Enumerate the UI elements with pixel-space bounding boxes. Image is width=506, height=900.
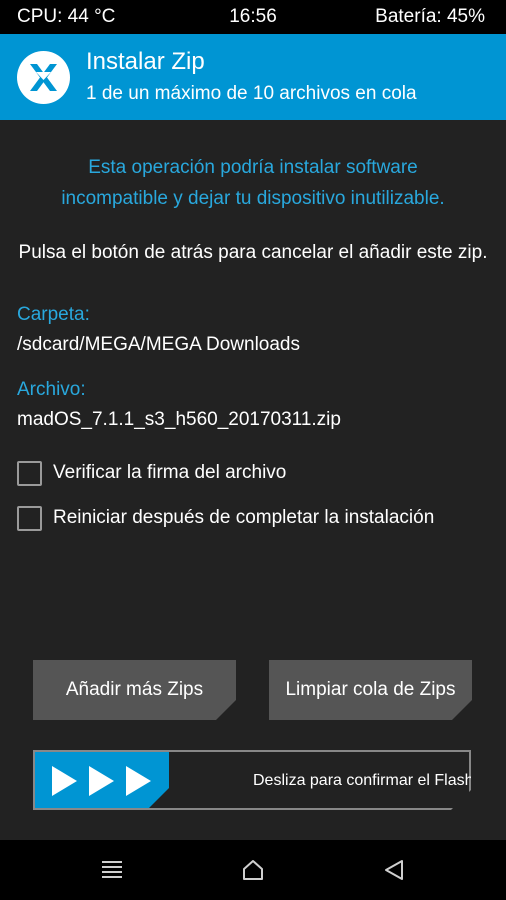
status-bar: CPU: 44 °C 16:56 Batería: 45%: [0, 0, 506, 34]
back-icon[interactable]: [382, 858, 406, 882]
triple-arrow-icon: [49, 764, 159, 798]
twrp-logo-icon: [17, 51, 70, 104]
home-icon[interactable]: [241, 858, 265, 882]
reboot-after-install-option[interactable]: Reiniciar después de completar la instal…: [17, 504, 434, 532]
header: Instalar Zip 1 de un máximo de 10 archiv…: [0, 34, 506, 120]
folder-label: Carpeta:: [17, 304, 90, 325]
swipe-to-flash-slider[interactable]: Desliza para confirmar el Flasheo: [33, 750, 471, 810]
verify-signature-option[interactable]: Verificar la firma del archivo: [17, 459, 286, 487]
verify-signature-label: Verificar la firma del archivo: [53, 462, 287, 483]
queue-subtitle: 1 de un máximo de 10 archivos en cola: [86, 83, 417, 104]
verify-signature-checkbox[interactable]: [17, 460, 42, 486]
navigation-bar: [0, 840, 506, 900]
menu-icon[interactable]: [101, 858, 123, 880]
add-more-zips-button[interactable]: Añadir más Zips: [33, 660, 236, 720]
folder-path: /sdcard/MEGA/MEGA Downloads: [17, 334, 300, 355]
warning-message: Esta operación podría instalar software …: [0, 152, 506, 214]
clear-zip-queue-button[interactable]: Limpiar cola de Zips: [269, 660, 472, 720]
reboot-after-install-checkbox[interactable]: [17, 505, 42, 531]
reboot-after-install-label: Reiniciar después de completar la instal…: [53, 507, 435, 528]
warning-line-2: incompatible y dejar tu dispositivo inut…: [61, 188, 445, 209]
page-title: Instalar Zip: [86, 48, 205, 75]
slider-label: Desliza para confirmar el Flasheo: [253, 772, 492, 789]
warning-line-1: Esta operación podría instalar software: [88, 157, 418, 178]
slider-handle[interactable]: [35, 752, 169, 808]
file-label: Archivo:: [17, 379, 86, 400]
main-content: Esta operación podría instalar software …: [0, 120, 506, 840]
file-name: madOS_7.1.1_s3_h560_20170311.zip: [17, 409, 341, 430]
battery-level: Batería: 45%: [375, 6, 485, 27]
cancel-instruction: Pulsa el botón de atrás para cancelar el…: [18, 242, 488, 263]
